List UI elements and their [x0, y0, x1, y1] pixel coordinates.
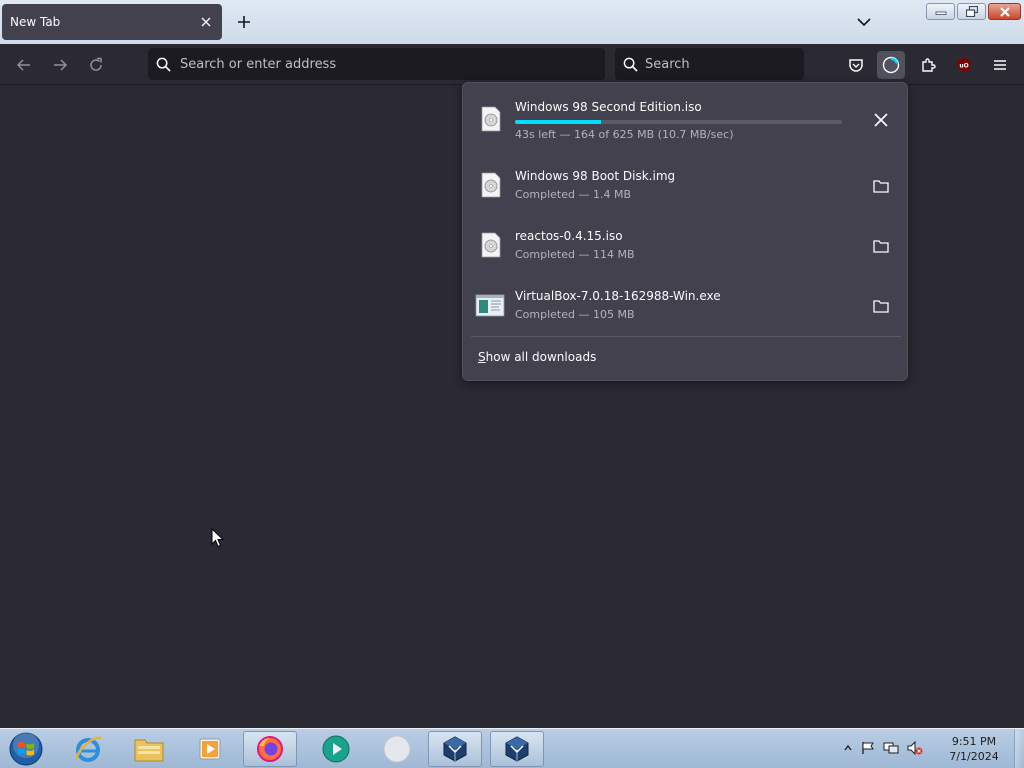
- search-bar-placeholder: Search: [645, 56, 690, 72]
- tab-strip: New Tab: [0, 0, 1024, 44]
- show-hidden-icons-icon[interactable]: [843, 742, 853, 756]
- show-in-folder-button[interactable]: [869, 294, 893, 318]
- navigation-toolbar: Search or enter address Search uO: [0, 44, 1024, 85]
- taskbar-virtualbox[interactable]: [428, 731, 482, 767]
- list-all-tabs-button[interactable]: [852, 10, 876, 34]
- show-desktop-button[interactable]: [1014, 729, 1024, 768]
- start-button[interactable]: [6, 731, 46, 767]
- extensions-button[interactable]: [914, 51, 942, 79]
- minimize-icon: [935, 11, 946, 15]
- plus-icon: [238, 16, 250, 28]
- cancel-download-button[interactable]: [869, 108, 893, 132]
- downloads-panel: Windows 98 Second Edition.iso 43s left —…: [462, 82, 908, 381]
- virtualbox-icon: [443, 736, 467, 762]
- mouse-cursor-icon: [211, 528, 224, 548]
- network-icon[interactable]: [883, 741, 899, 758]
- address-bar-placeholder: Search or enter address: [180, 56, 337, 72]
- taskbar-virtualbox-2[interactable]: [490, 731, 544, 767]
- show-in-folder-button[interactable]: [869, 234, 893, 258]
- internet-explorer-icon: [74, 736, 102, 762]
- taskbar-file-explorer[interactable]: [122, 731, 176, 767]
- restore-window-button[interactable]: [957, 3, 986, 20]
- download-filename: Windows 98 Second Edition.iso: [515, 100, 702, 114]
- download-item[interactable]: VirtualBox-7.0.18-162988-Win.exe Complet…: [471, 278, 901, 334]
- chevron-down-icon: [857, 18, 871, 27]
- search-bar[interactable]: Search: [615, 48, 804, 80]
- disc-image-file-icon: [481, 106, 501, 132]
- clock-date: 7/1/2024: [949, 750, 999, 763]
- puzzle-piece-icon: [922, 58, 936, 72]
- show-all-downloads-link[interactable]: Show all downloads: [478, 350, 596, 364]
- system-tray: [843, 733, 923, 765]
- show-in-folder-button[interactable]: [869, 174, 893, 198]
- forward-arrow-icon: [54, 59, 68, 71]
- tab-title: New Tab: [10, 15, 61, 29]
- search-icon: [156, 57, 171, 72]
- new-tab-button[interactable]: [232, 10, 256, 34]
- pocket-button[interactable]: [842, 51, 870, 79]
- pocket-icon: [849, 59, 863, 72]
- installer-file-icon: [475, 294, 505, 317]
- virtualbox-icon: [505, 736, 529, 762]
- taskbar-media-player[interactable]: [183, 731, 237, 767]
- download-filename: Windows 98 Boot Disk.img: [515, 169, 676, 183]
- download-item[interactable]: Windows 98 Boot Disk.img Completed — 1.4…: [471, 158, 901, 214]
- download-status: Completed — 1.4 MB: [515, 188, 632, 201]
- downloads-separator: [471, 336, 901, 337]
- taskbar-firefox[interactable]: [243, 731, 297, 767]
- folder-icon: [873, 180, 889, 193]
- app-menu-button[interactable]: [986, 51, 1014, 79]
- folder-icon: [873, 300, 889, 313]
- taskbar: 9:51 PM 7/1/2024: [0, 728, 1024, 768]
- taskbar-internet-explorer[interactable]: [61, 731, 115, 767]
- disc-image-file-icon: [481, 172, 501, 198]
- back-arrow-icon: [16, 59, 30, 71]
- show-all-label: how all downloads: [485, 350, 597, 364]
- volume-muted-icon[interactable]: [907, 740, 923, 758]
- taskbar-media-app[interactable]: [309, 731, 363, 767]
- back-button[interactable]: [11, 52, 37, 78]
- folder-icon: [134, 739, 164, 762]
- firefox-icon: [257, 736, 283, 762]
- media-app-icon: [322, 735, 350, 763]
- taskbar-clock[interactable]: 9:51 PM 7/1/2024: [945, 734, 1003, 764]
- download-status: Completed — 105 MB: [515, 308, 635, 321]
- folder-icon: [873, 240, 889, 253]
- clock-time: 9:51 PM: [951, 735, 997, 748]
- show-all-accesskey: S: [478, 350, 486, 364]
- download-filename: VirtualBox-7.0.18-162988-Win.exe: [515, 289, 721, 303]
- ublock-shield-icon: uO: [958, 58, 970, 72]
- download-progress-fill: [515, 120, 601, 124]
- reload-icon: [90, 57, 102, 71]
- address-bar[interactable]: Search or enter address: [148, 48, 605, 80]
- close-icon: [999, 6, 1010, 17]
- download-filename: reactos-0.4.15.iso: [515, 229, 623, 243]
- download-status: 43s left — 164 of 625 MB (10.7 MB/sec): [515, 128, 734, 141]
- close-window-button[interactable]: [988, 3, 1021, 20]
- hamburger-menu-icon: [994, 60, 1006, 70]
- reload-button[interactable]: [83, 52, 109, 78]
- forward-button[interactable]: [47, 52, 73, 78]
- svg-text:uO: uO: [959, 63, 968, 70]
- action-center-flag-icon[interactable]: [861, 741, 875, 758]
- disc-image-file-icon: [481, 232, 501, 258]
- restore-icon: [965, 6, 978, 17]
- download-item[interactable]: reactos-0.4.15.iso Completed — 114 MB: [471, 218, 901, 274]
- ublock-origin-button[interactable]: uO: [950, 51, 978, 79]
- search-icon: [623, 57, 638, 72]
- close-tab-icon[interactable]: [198, 14, 214, 30]
- downloads-button[interactable]: [877, 51, 905, 79]
- close-icon: [874, 113, 888, 127]
- download-progress-bar: [515, 120, 842, 124]
- taskbar-blank-app[interactable]: [370, 731, 424, 767]
- download-progress-icon: [882, 56, 900, 74]
- download-status: Completed — 114 MB: [515, 248, 635, 261]
- generic-app-icon: [383, 735, 411, 763]
- download-item[interactable]: Windows 98 Second Edition.iso 43s left —…: [471, 92, 901, 148]
- windows-start-orb-icon: [9, 732, 43, 766]
- media-player-icon: [199, 738, 221, 760]
- minimize-window-button[interactable]: [926, 3, 955, 20]
- tab-new-tab[interactable]: New Tab: [2, 4, 222, 40]
